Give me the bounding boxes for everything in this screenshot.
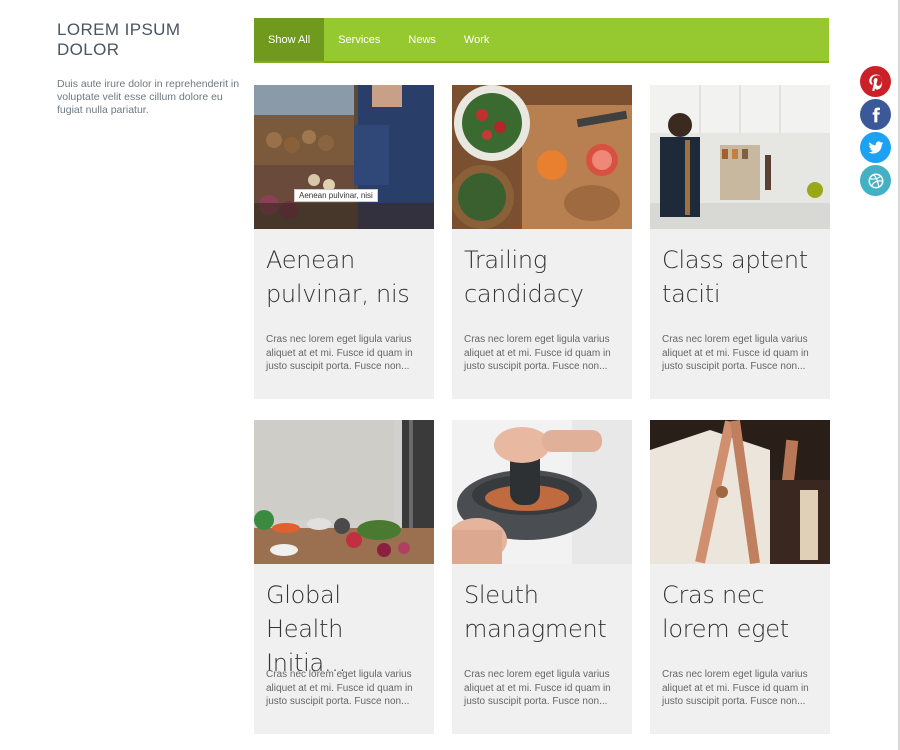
card-title[interactable]: Sleuth managment [452, 564, 632, 656]
filter-news[interactable]: News [394, 18, 450, 61]
portfolio-card[interactable]: Global Health Initia... Cras nec lorem e… [254, 420, 434, 734]
card-image-kitchen[interactable] [650, 85, 830, 229]
site-description: Duis aute irure dolor in reprehenderit i… [57, 78, 240, 116]
card-title[interactable]: Global Health Initia... [254, 564, 434, 677]
card-excerpt: Cras nec lorem eget ligula varius alique… [266, 334, 413, 372]
filter-show-all[interactable]: Show All [254, 18, 325, 61]
card-excerpt: Cras nec lorem eget ligula varius alique… [464, 334, 611, 372]
sidebar: LOREM IPSUM DOLOR Duis aute irure dolor … [57, 20, 242, 117]
pinterest-icon[interactable] [860, 66, 891, 97]
filter-work[interactable]: Work [450, 18, 503, 61]
portfolio-card[interactable]: Sleuth managment Cras nec lorem eget lig… [452, 420, 632, 734]
social-share-bar [860, 66, 891, 198]
card-title[interactable]: Trailing candidacy [452, 229, 632, 321]
portfolio-card[interactable]: Aenean pulvinar, nisi Aenean pulvinar, n… [254, 85, 434, 399]
dribbble-icon[interactable] [860, 165, 891, 196]
card-excerpt: Cras nec lorem eget ligula varius alique… [464, 669, 611, 707]
card-title[interactable]: Cras nec lorem eget [650, 564, 830, 656]
card-image-salad[interactable] [452, 85, 632, 229]
card-excerpt: Cras nec lorem eget ligula varius alique… [662, 669, 809, 707]
card-excerpt: Cras nec lorem eget ligula varius alique… [662, 334, 809, 372]
filter-services[interactable]: Services [324, 18, 394, 61]
portfolio-card[interactable]: Trailing candidacy Cras nec lorem eget l… [452, 85, 632, 399]
twitter-icon[interactable] [860, 132, 891, 163]
portfolio-card[interactable]: Cras nec lorem eget Cras nec lorem eget … [650, 420, 830, 734]
card-image-vegetables[interactable] [254, 420, 434, 564]
card-image-apron[interactable] [650, 420, 830, 564]
card-image-market[interactable]: Aenean pulvinar, nisi [254, 85, 434, 229]
card-image-mortar[interactable] [452, 420, 632, 564]
filter-bar: Show All Services News Work [254, 18, 829, 63]
image-tooltip: Aenean pulvinar, nisi [294, 189, 378, 202]
site-title[interactable]: LOREM IPSUM DOLOR [57, 20, 242, 60]
card-title[interactable]: Class aptent taciti [650, 229, 830, 321]
portfolio-card[interactable]: Class aptent taciti Cras nec lorem eget … [650, 85, 830, 399]
card-title[interactable]: Aenean pulvinar, nis [254, 229, 434, 321]
facebook-icon[interactable] [860, 99, 891, 130]
